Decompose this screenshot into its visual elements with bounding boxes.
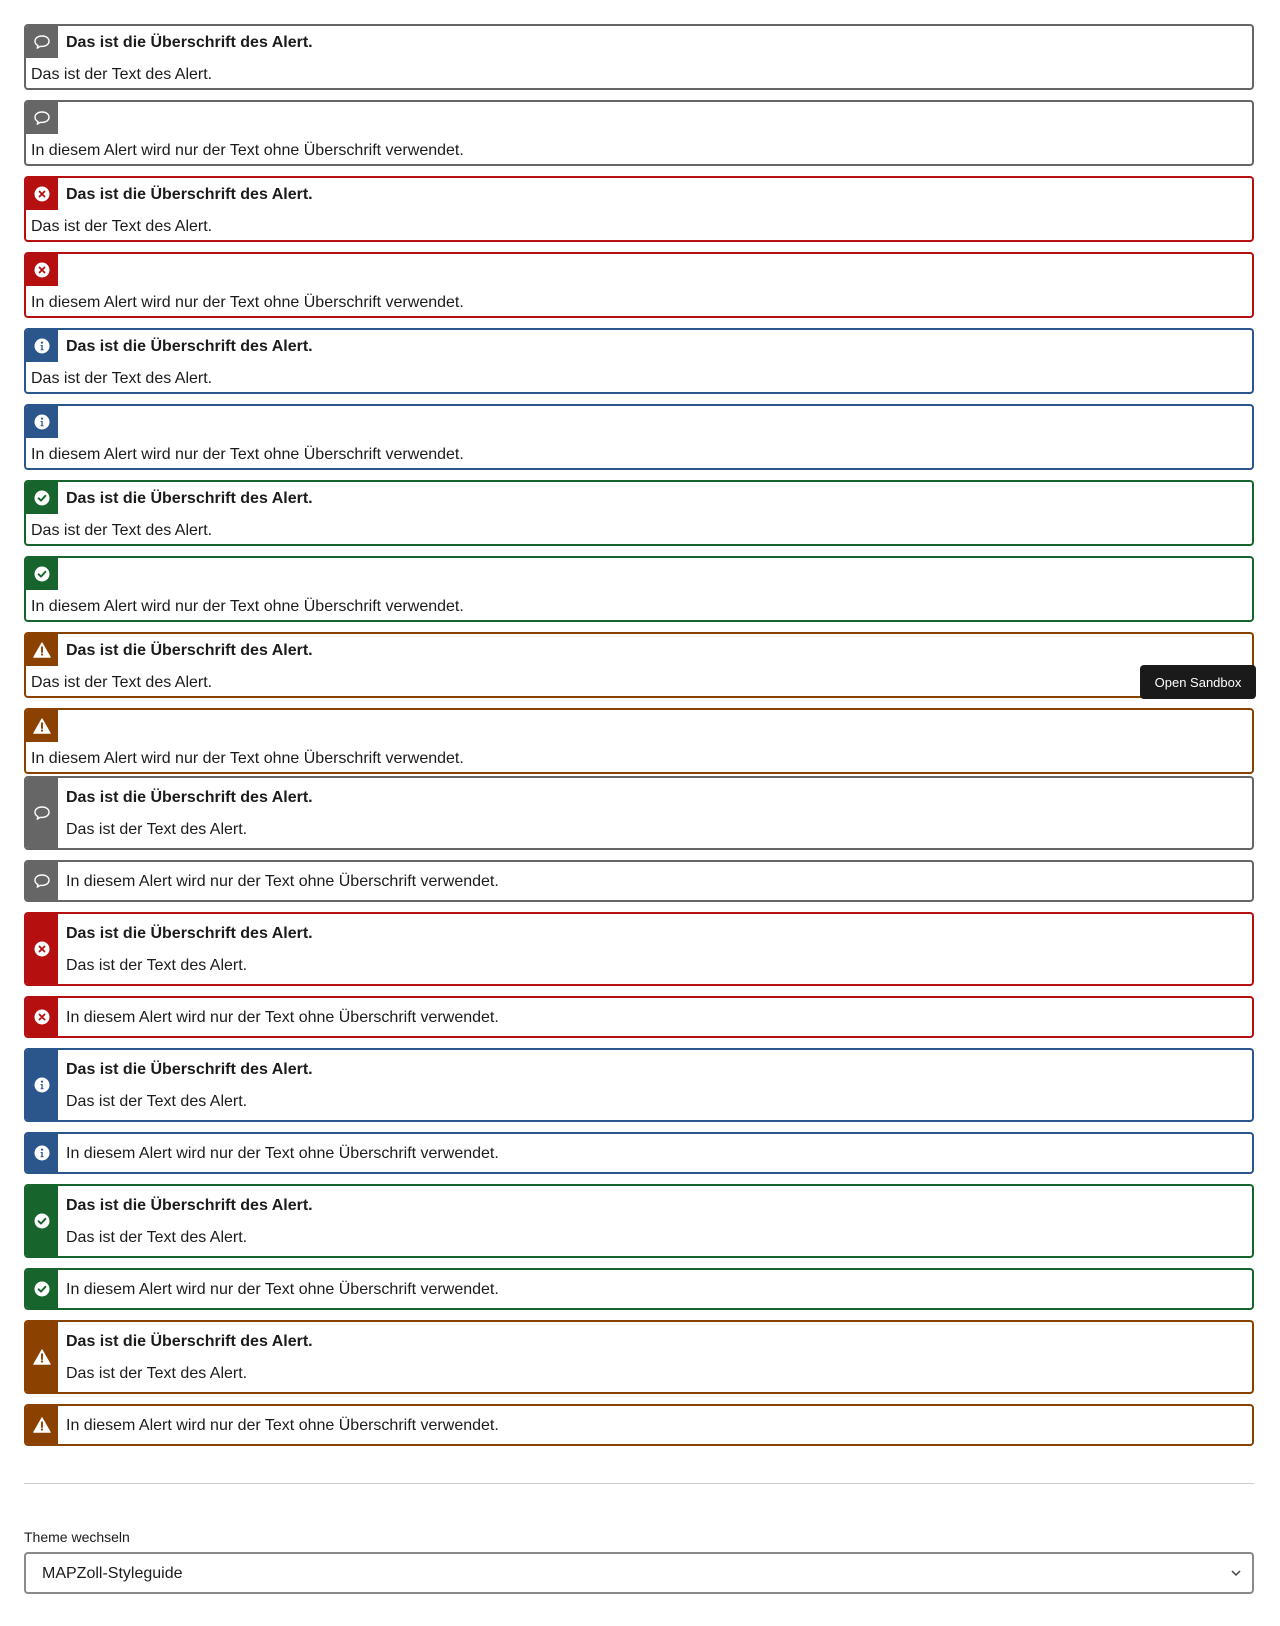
error-x-icon [34,1009,50,1025]
info-icon [34,414,50,430]
alert-success-with-title-sidebar: Das ist die Überschrift des Alert. Das i… [24,1184,1254,1258]
alert-title: Das ist die Überschrift des Alert. [66,186,313,203]
alert-text: Das ist der Text des Alert. [66,1229,248,1246]
alert-text: In diesem Alert wird nur der Text ohne Ü… [66,1145,499,1162]
alert-icon-box [26,178,58,210]
chat-bubble-icon [33,872,51,890]
alert-neutral-text-only-sidebar: In diesem Alert wird nur der Text ohne Ü… [24,860,1254,902]
alert-icon-box [26,634,58,666]
alert-info-with-title-sidebar: Das ist die Überschrift des Alert. Das i… [24,1048,1254,1122]
theme-select-value: MAPZoll-Styleguide [42,1565,183,1582]
alert-text: In diesem Alert wird nur der Text ohne Ü… [66,873,499,890]
alert-icon-box [26,482,58,514]
warning-triangle-icon [33,642,51,658]
info-icon [34,338,50,354]
alert-error-text-only-sidebar: In diesem Alert wird nur der Text ohne Ü… [24,996,1254,1038]
alert-text: In diesem Alert wird nur der Text ohne Ü… [31,446,464,463]
alert-icon-box [26,254,58,286]
alert-error-text-only: In diesem Alert wird nur der Text ohne Ü… [24,252,1254,318]
chat-bubble-icon [33,33,51,51]
alert-icon-bar [26,862,58,900]
alert-icon-bar [26,998,58,1036]
alert-text: Das ist der Text des Alert. [31,218,213,235]
alert-info-with-title: Das ist die Überschrift des Alert. Das i… [24,328,1254,394]
check-circle-icon [34,490,50,506]
alert-error-with-title: Das ist die Überschrift des Alert. Das i… [24,176,1254,242]
error-x-icon [34,262,50,278]
alert-text: In diesem Alert wird nur der Text ohne Ü… [31,142,464,159]
info-icon [34,1145,50,1161]
alert-info-text-only: In diesem Alert wird nur der Text ohne Ü… [24,404,1254,470]
chat-bubble-icon [33,804,51,822]
alert-text: Das ist der Text des Alert. [66,957,248,974]
alert-icon-box [26,406,58,438]
error-x-icon [34,186,50,202]
alert-success-text-only-sidebar: In diesem Alert wird nur der Text ohne Ü… [24,1268,1254,1310]
alert-icon-bar [26,1134,58,1172]
theme-select[interactable]: MAPZoll-Styleguide [24,1552,1254,1594]
error-x-icon [34,941,50,957]
warning-triangle-icon [33,1417,51,1433]
alert-icon-bar [26,914,58,984]
alert-warning-with-title-sidebar: Das ist die Überschrift des Alert. Das i… [24,1320,1254,1394]
alert-text: Das ist der Text des Alert. [31,370,213,387]
alert-text: In diesem Alert wird nur der Text ohne Ü… [66,1281,499,1298]
alert-text: In diesem Alert wird nur der Text ohne Ü… [31,750,464,767]
alert-text: Das ist der Text des Alert. [31,522,213,539]
warning-triangle-icon [33,1349,51,1365]
alert-text: In diesem Alert wird nur der Text ohne Ü… [31,294,464,311]
alert-icon-bar [26,1186,58,1256]
open-sandbox-button[interactable]: Open Sandbox [1140,665,1256,699]
alert-title: Das ist die Überschrift des Alert. [66,1197,313,1214]
alert-icon-bar [26,778,58,848]
alert-success-text-only: In diesem Alert wird nur der Text ohne Ü… [24,556,1254,622]
alert-title: Das ist die Überschrift des Alert. [66,34,313,51]
alert-text: In diesem Alert wird nur der Text ohne Ü… [66,1417,499,1434]
alert-icon-box [26,102,58,134]
alert-title: Das ist die Überschrift des Alert. [66,642,313,659]
alert-warning-text-only-sidebar: In diesem Alert wird nur der Text ohne Ü… [24,1404,1254,1446]
alert-text: Das ist der Text des Alert. [66,1093,248,1110]
alert-text: Das ist der Text des Alert. [31,66,213,83]
alert-icon-box [26,710,58,742]
alert-title: Das ist die Überschrift des Alert. [66,1333,313,1350]
alert-warning-with-title: Das ist die Überschrift des Alert. Das i… [24,632,1254,698]
info-icon [34,1077,50,1093]
alert-title: Das ist die Überschrift des Alert. [66,789,313,806]
alert-neutral-with-title-sidebar: Das ist die Überschrift des Alert. Das i… [24,776,1254,850]
alert-icon-bar [26,1050,58,1120]
alert-info-text-only-sidebar: In diesem Alert wird nur der Text ohne Ü… [24,1132,1254,1174]
alert-success-with-title: Das ist die Überschrift des Alert. Das i… [24,480,1254,546]
alert-icon-box [26,330,58,362]
alert-text: In diesem Alert wird nur der Text ohne Ü… [31,598,464,615]
alert-error-with-title-sidebar: Das ist die Überschrift des Alert. Das i… [24,912,1254,986]
alert-warning-text-only: In diesem Alert wird nur der Text ohne Ü… [24,708,1254,774]
alert-title: Das ist die Überschrift des Alert. [66,338,313,355]
check-circle-icon [34,1281,50,1297]
alert-text: In diesem Alert wird nur der Text ohne Ü… [66,1009,499,1026]
check-circle-icon [34,566,50,582]
alert-icon-box [26,26,58,58]
alert-neutral-text-only: In diesem Alert wird nur der Text ohne Ü… [24,100,1254,166]
alert-icon-bar [26,1322,58,1392]
alert-text: Das ist der Text des Alert. [66,1365,248,1382]
alert-title: Das ist die Überschrift des Alert. [66,1061,313,1078]
chat-bubble-icon [33,109,51,127]
divider [24,1483,1254,1484]
warning-triangle-icon [33,718,51,734]
check-circle-icon [34,1213,50,1229]
alert-text: Das ist der Text des Alert. [66,821,248,838]
chevron-down-icon [1231,1570,1241,1577]
alert-title: Das ist die Überschrift des Alert. [66,925,313,942]
alert-icon-bar [26,1406,58,1444]
alert-title: Das ist die Überschrift des Alert. [66,490,313,507]
alert-icon-bar [26,1270,58,1308]
theme-label: Theme wechseln [24,1529,130,1545]
alert-icon-box [26,558,58,590]
alert-text: Das ist der Text des Alert. [31,674,213,691]
alert-neutral-with-title: Das ist die Überschrift des Alert. Das i… [24,24,1254,90]
